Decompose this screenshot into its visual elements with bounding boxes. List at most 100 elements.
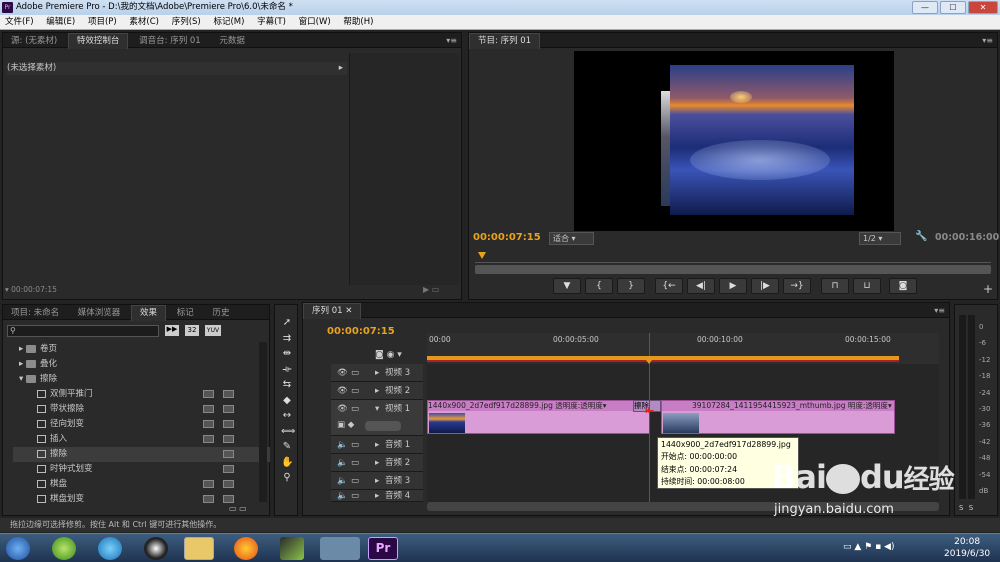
razor-tool-icon[interactable]: ◆ xyxy=(281,393,293,409)
browser-icon[interactable] xyxy=(98,537,122,560)
effects-scrollbar[interactable] xyxy=(259,342,267,502)
mark-out-button[interactable]: } xyxy=(617,278,645,294)
menu-clip[interactable]: 素材(C) xyxy=(124,15,164,30)
tab-effects[interactable]: 效果 xyxy=(131,305,167,321)
menu-edit[interactable]: 编辑(E) xyxy=(41,15,80,30)
menu-file[interactable]: 文件(F) xyxy=(0,15,39,30)
menu-title[interactable]: 字幕(T) xyxy=(252,15,291,30)
work-area-bar[interactable] xyxy=(427,356,899,362)
window-thumbnail-icon[interactable] xyxy=(320,537,360,560)
mark-in-button[interactable]: { xyxy=(585,278,613,294)
export-frame-camera-icon[interactable]: ◙ xyxy=(889,278,917,294)
video-clip-1[interactable]: 1440x900_2d7edf917d28899.jpg 透明度:透明度▾ xyxy=(427,400,650,434)
clip-fx[interactable]: 明度:透明度 xyxy=(848,401,888,410)
premiere-taskbar-icon[interactable]: Pr xyxy=(368,537,398,560)
slide-tool-icon[interactable]: ⟺ xyxy=(281,424,295,440)
track-audio-3[interactable]: 🔈 ▭ ▸ 音频 3 xyxy=(331,472,423,490)
menu-project[interactable]: 项目(P) xyxy=(83,15,122,30)
tab-audio-mixer[interactable]: 调音台: 序列 01 xyxy=(131,34,209,49)
panel-menu-icon[interactable]: ▾≡ xyxy=(982,33,993,48)
yuv-effects-icon[interactable]: YUV xyxy=(205,325,221,336)
clip-fx[interactable]: 透明度:透明度 xyxy=(555,401,603,410)
add-button-icon[interactable]: + xyxy=(983,282,993,296)
qq-icon[interactable] xyxy=(144,537,168,560)
fit-dropdown[interactable]: 适合 ▾ xyxy=(549,232,594,245)
accelerated-effects-icon[interactable]: ▶▶ xyxy=(165,325,179,336)
play-button[interactable]: ▶ xyxy=(719,278,747,294)
lift-button[interactable]: ⊓ xyxy=(821,278,849,294)
track-audio-4[interactable]: 🔈 ▭ ▸ 音频 4 xyxy=(331,490,423,502)
track-audio-2[interactable]: 🔈 ▭ ▸ 音频 2 xyxy=(331,454,423,472)
panel-menu-icon[interactable]: ▾≡ xyxy=(446,33,457,48)
step-back-button[interactable]: ◀| xyxy=(687,278,715,294)
tab-sequence[interactable]: 序列 01 ✕ xyxy=(303,303,362,319)
rate-stretch-tool-icon[interactable]: ⇆ xyxy=(281,377,293,393)
hand-tool-icon[interactable]: ✋ xyxy=(281,455,293,471)
effect-item[interactable]: 棋盘 xyxy=(37,477,294,492)
tree-folder[interactable]: ▸ 卷页 xyxy=(19,342,276,357)
tab-markers[interactable]: 标记 xyxy=(169,306,202,321)
effect-item[interactable]: 棋盘划变 xyxy=(37,492,294,507)
effects-search-input[interactable]: ⚲ xyxy=(7,325,159,337)
track-audio-1[interactable]: 🔈 ▭ ▸ 音频 1 xyxy=(331,436,423,454)
timeline-timecode[interactable]: 00:00:07:15 xyxy=(327,326,395,337)
wrench-icon[interactable]: 🔧 xyxy=(915,231,927,242)
track-video-2[interactable]: 👁 ▭ ▸ 视频 2 xyxy=(331,382,423,400)
video-clip-2[interactable]: 39107284_1411954415923_mthumb.jpg 明度:透明度… xyxy=(661,400,895,434)
panel-menu-icon[interactable]: ▾≡ xyxy=(934,303,945,318)
zoom-scrollbar[interactable] xyxy=(475,265,991,274)
zoom-tool-icon[interactable]: ⚲ xyxy=(281,470,293,486)
effect-item[interactable]: 插入 xyxy=(37,432,294,447)
resolution-dropdown[interactable]: 1/2 ▾ xyxy=(859,232,901,245)
effect-item[interactable]: 径向划变 xyxy=(37,417,294,432)
tab-project[interactable]: 项目: 未命名 xyxy=(3,306,67,321)
tray-icons[interactable]: ▭ ▲ ⚑ ▪ ◀) xyxy=(843,542,894,552)
export-icons[interactable]: ▶ ▭ xyxy=(423,285,439,294)
clock[interactable]: 20:08 2019/6/30 xyxy=(944,536,990,560)
track-video-3[interactable]: 👁 ▭ ▸ 视频 3 xyxy=(331,364,423,382)
new-folder-icon[interactable]: ▭ ▭ xyxy=(229,504,247,513)
tab-effect-controls[interactable]: 特效控制台 xyxy=(67,33,129,49)
tree-folder[interactable]: ▸ 叠化 xyxy=(19,357,276,372)
menu-window[interactable]: 窗口(W) xyxy=(294,15,336,30)
tab-history[interactable]: 历史 xyxy=(204,306,237,321)
play-arrow-icon[interactable]: ▸ xyxy=(339,62,343,75)
tab-metadata[interactable]: 元数据 xyxy=(211,34,253,49)
close-button[interactable]: ✕ xyxy=(968,1,998,14)
track-select-tool-icon[interactable]: ⇉ xyxy=(281,331,293,347)
minimize-button[interactable]: — xyxy=(912,1,938,14)
tab-media-browser[interactable]: 媒体浏览器 xyxy=(70,306,129,321)
track-video-1[interactable]: 👁 ▭ ▾ 视频 1 ▣ ◆ xyxy=(331,400,423,436)
effect-item[interactable]: 双侧平推门 xyxy=(37,387,294,402)
program-time-ruler[interactable] xyxy=(475,252,991,263)
effect-item[interactable]: 带状擦除 xyxy=(37,402,294,417)
video-app-icon[interactable] xyxy=(280,537,304,560)
32bit-effects-icon[interactable]: 32 xyxy=(185,325,199,336)
file-explorer-icon[interactable] xyxy=(184,537,214,560)
start-button-icon[interactable] xyxy=(6,537,30,560)
menu-help[interactable]: 帮助(H) xyxy=(338,15,378,30)
playhead-marker-icon[interactable] xyxy=(478,252,486,259)
step-forward-button[interactable]: |▶ xyxy=(751,278,779,294)
tab-program[interactable]: 节目: 序列 01 xyxy=(469,33,541,49)
app-360-icon[interactable] xyxy=(52,537,76,560)
pen-tool-icon[interactable]: ✎ xyxy=(281,439,293,455)
selection-tool-icon[interactable]: ➚ xyxy=(281,315,293,331)
program-timecode[interactable]: 00:00:07:15 xyxy=(473,232,541,243)
ripple-edit-tool-icon[interactable]: ⇹ xyxy=(281,346,293,362)
tree-folder-open[interactable]: ▾ 擦除 xyxy=(19,372,276,387)
menu-sequence[interactable]: 序列(S) xyxy=(167,15,206,30)
maximize-button[interactable]: ☐ xyxy=(940,1,966,14)
effect-item-selected[interactable]: 擦除 xyxy=(13,447,270,462)
slip-tool-icon[interactable]: ↔ xyxy=(281,408,293,424)
firefox-icon[interactable] xyxy=(234,537,258,560)
playhead-handle-icon[interactable] xyxy=(643,356,655,364)
go-to-out-button[interactable]: →} xyxy=(783,278,811,294)
effect-item[interactable]: 时钟式划变 xyxy=(37,462,294,477)
add-marker-button[interactable]: ▼ xyxy=(553,278,581,294)
extract-button[interactable]: ⊔ xyxy=(853,278,881,294)
go-to-in-button[interactable]: {← xyxy=(655,278,683,294)
snap-marker-icons[interactable]: ◙ ◉ ▾ xyxy=(375,350,423,362)
menu-marker[interactable]: 标记(M) xyxy=(208,15,249,30)
timeline-ruler[interactable]: 00:00 00:00:05:00 00:00:10:00 00:00:15:0… xyxy=(427,333,939,364)
